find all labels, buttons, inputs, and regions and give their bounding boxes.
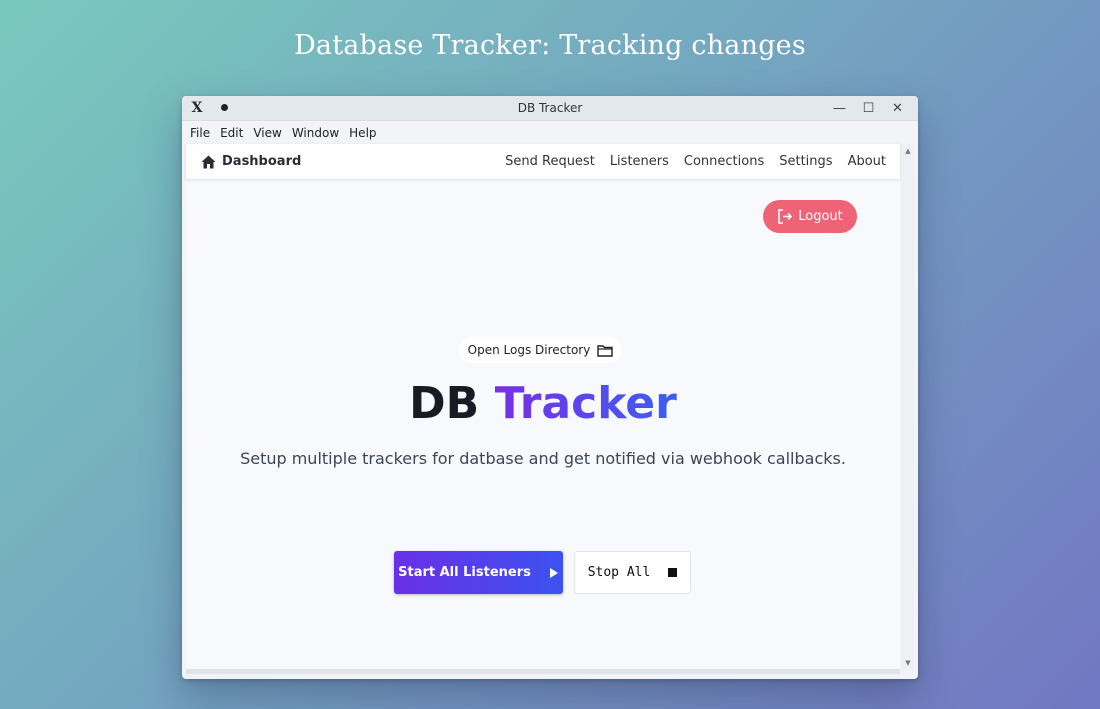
- nav-links: Send Request Listeners Connections Setti…: [490, 154, 886, 169]
- nav-connections[interactable]: Connections: [684, 154, 764, 169]
- horizontal-scrollbar[interactable]: [186, 669, 900, 674]
- maximize-icon[interactable]: ☐: [854, 96, 883, 121]
- home-icon: [201, 155, 216, 168]
- close-icon[interactable]: ✕: [883, 96, 912, 121]
- hero-title-accent: Tracker: [494, 378, 677, 429]
- menu-edit[interactable]: Edit: [220, 126, 243, 140]
- title-bar: X DB Tracker — ☐ ✕: [182, 96, 918, 121]
- menu-view[interactable]: View: [253, 126, 281, 140]
- logout-icon: [778, 209, 793, 224]
- open-logs-button[interactable]: Open Logs Directory: [459, 337, 622, 363]
- window-controls: — ☐ ✕: [825, 96, 912, 121]
- stop-all-label: Stop All: [587, 565, 651, 580]
- menu-file[interactable]: File: [190, 126, 210, 140]
- unsaved-dot-icon: [221, 104, 228, 111]
- menu-window[interactable]: Window: [292, 126, 339, 140]
- vertical-scrollbar[interactable]: ▲ ▼: [902, 144, 914, 670]
- main-content: Dashboard Send Request Listeners Connect…: [186, 144, 900, 670]
- window-title: DB Tracker: [517, 101, 583, 115]
- scroll-up-icon[interactable]: ▲: [902, 146, 914, 156]
- folder-icon: [597, 344, 614, 357]
- nav-about[interactable]: About: [848, 154, 886, 169]
- hero-title-plain: DB: [409, 378, 480, 429]
- hero-subtitle: Setup multiple trackers for datbase and …: [240, 449, 846, 468]
- logout-button[interactable]: Logout: [763, 200, 857, 233]
- app-logo-icon: X: [189, 101, 205, 116]
- nav-listeners[interactable]: Listeners: [610, 154, 669, 169]
- play-icon: [549, 567, 558, 578]
- app-window: X DB Tracker — ☐ ✕ File Edit View Window…: [182, 96, 918, 679]
- minimize-icon[interactable]: —: [825, 96, 854, 121]
- menu-bar: File Edit View Window Help: [182, 121, 918, 144]
- nav-dashboard[interactable]: Dashboard: [201, 154, 301, 169]
- hero-title: DB Tracker: [186, 378, 900, 429]
- stop-icon: [668, 568, 678, 577]
- nav-settings[interactable]: Settings: [779, 154, 832, 169]
- top-navbar: Dashboard Send Request Listeners Connect…: [186, 144, 900, 179]
- nav-send-request[interactable]: Send Request: [505, 154, 595, 169]
- nav-dashboard-label: Dashboard: [222, 154, 302, 169]
- start-all-label: Start All Listeners: [398, 565, 531, 580]
- menu-help[interactable]: Help: [349, 126, 376, 140]
- page-title: Database Tracker: Tracking changes: [294, 30, 806, 61]
- scroll-down-icon[interactable]: ▼: [902, 658, 914, 668]
- start-all-listeners-button[interactable]: Start All Listeners: [394, 551, 563, 594]
- stop-all-button[interactable]: Stop All: [574, 551, 691, 594]
- logout-label: Logout: [798, 209, 843, 224]
- open-logs-label: Open Logs Directory: [467, 343, 591, 357]
